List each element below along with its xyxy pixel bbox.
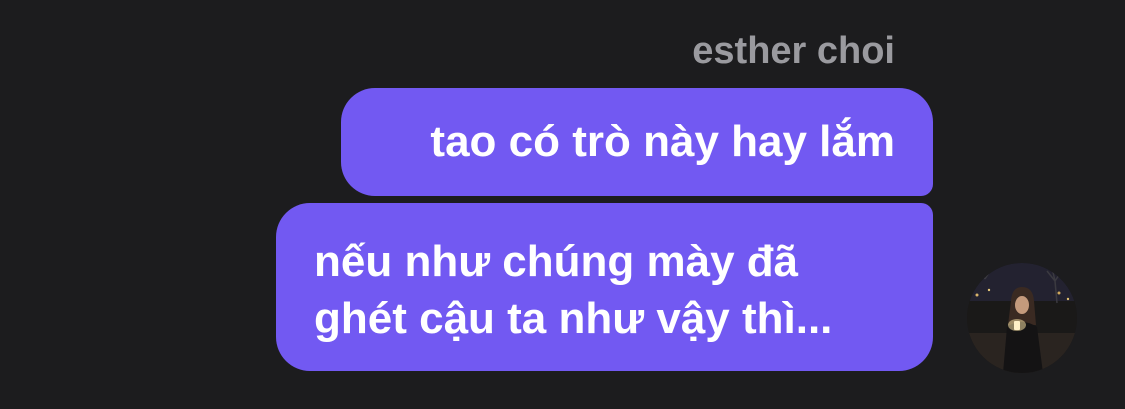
sender-name: esther choi [692,30,895,72]
message-bubble[interactable]: tao có trò này hay lắm [341,88,933,196]
message-text-line: nếu như chúng mày đã [314,237,799,286]
avatar-photo-icon [967,263,1077,373]
avatar[interactable] [967,263,1077,373]
message-text: tao có trò này hay lắm [430,117,895,166]
message-text-line: ghét cậu ta như vậy thì... [314,294,833,343]
message-bubble[interactable]: nếu như chúng mày đã ghét cậu ta như vậy… [276,203,933,371]
